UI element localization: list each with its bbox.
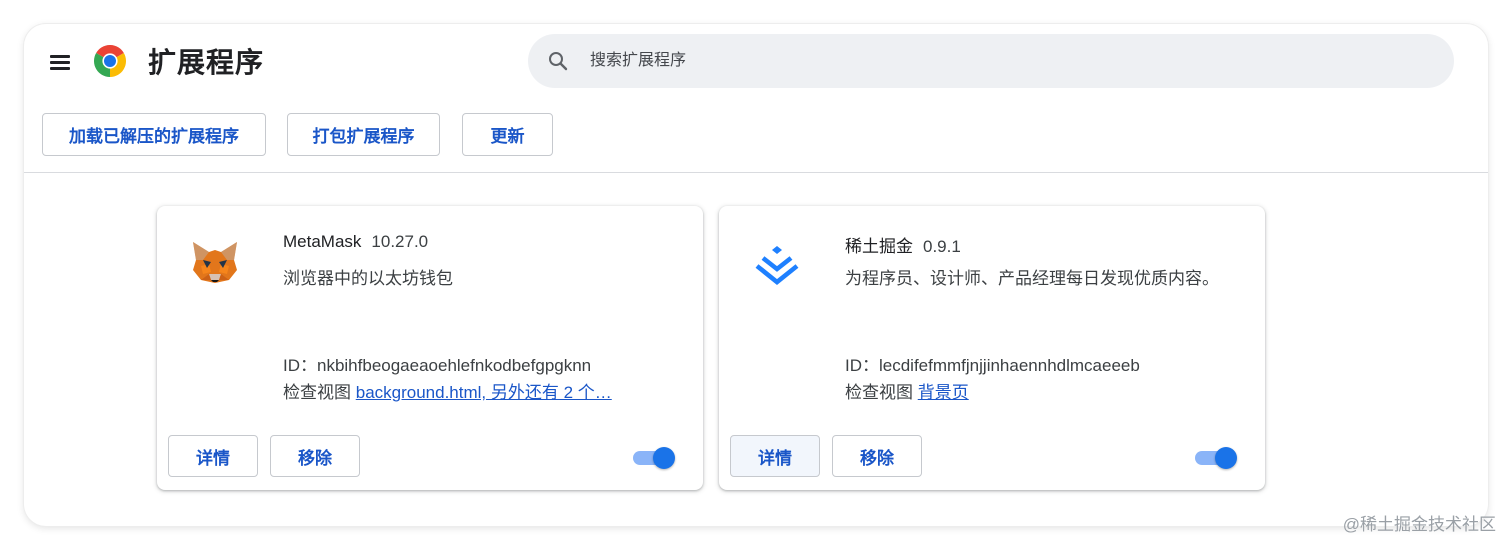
juejin-logo-icon [755, 246, 799, 285]
inspect-views-label: 检查视图 [283, 383, 351, 402]
extension-version: 0.9.1 [923, 237, 961, 256]
load-unpacked-button[interactable]: 加载已解压的扩展程序 [42, 113, 266, 156]
inspect-views-link[interactable]: background.html, 另外还有 2 个… [356, 383, 612, 402]
details-button[interactable]: 详情 [730, 435, 820, 477]
extension-title: 稀土掘金 0.9.1 [845, 232, 961, 257]
inspect-views: 检查视图 背景页 [845, 378, 969, 403]
extension-version: 10.27.0 [371, 232, 429, 251]
toggle-knob [653, 447, 675, 469]
chrome-logo-icon [94, 45, 126, 77]
search-box[interactable] [528, 34, 1454, 88]
inspect-views-link[interactable]: 背景页 [918, 383, 969, 402]
page-title: 扩展程序 [148, 47, 265, 78]
extension-id: ID：lecdifefmmfjnjjinhaennhdlmcaeeeb [845, 356, 1140, 375]
metamask-fox-icon [193, 242, 237, 283]
enable-toggle[interactable] [631, 446, 677, 469]
pack-extension-button[interactable]: 打包扩展程序 [287, 113, 440, 156]
inspect-views-label: 检查视图 [845, 383, 913, 402]
search-icon [549, 52, 568, 71]
extension-description: 浏览器中的以太坊钱包 [283, 269, 453, 288]
extension-title: MetaMask 10.27.0 [283, 232, 428, 252]
update-button[interactable]: 更新 [462, 113, 553, 156]
extension-id: ID：nkbihfbeogaeaoehlefnkodbefgpgknn [283, 356, 592, 375]
extension-name: 稀土掘金 [845, 237, 913, 256]
search-input[interactable] [590, 34, 1430, 88]
extension-description: 为程序员、设计师、产品经理每日发现优质内容。 [845, 269, 1219, 288]
extension-card-juejin: 稀土掘金 0.9.1 为程序员、设计师、产品经理每日发现优质内容。 ID：lecd… [719, 206, 1265, 490]
toggle-knob [1215, 447, 1237, 469]
remove-button[interactable]: 移除 [832, 435, 922, 477]
inspect-views: 检查视图 background.html, 另外还有 2 个… [283, 378, 612, 403]
extension-name: MetaMask [283, 232, 362, 251]
watermark: @稀土掘金技术社区 [1342, 515, 1496, 534]
details-button[interactable]: 详情 [168, 435, 258, 477]
extension-card-metamask: MetaMask 10.27.0 浏览器中的以太坊钱包 ID：nkbihfbeog… [157, 206, 703, 490]
extensions-window: 扩展程序 加载已解压的扩展程序 打包扩展程序 更新 MetaMask 10.27.… [24, 24, 1488, 526]
enable-toggle[interactable] [1193, 446, 1239, 469]
toolbar-divider [24, 172, 1488, 173]
remove-button[interactable]: 移除 [270, 435, 360, 477]
hamburger-menu-icon[interactable] [48, 52, 72, 72]
